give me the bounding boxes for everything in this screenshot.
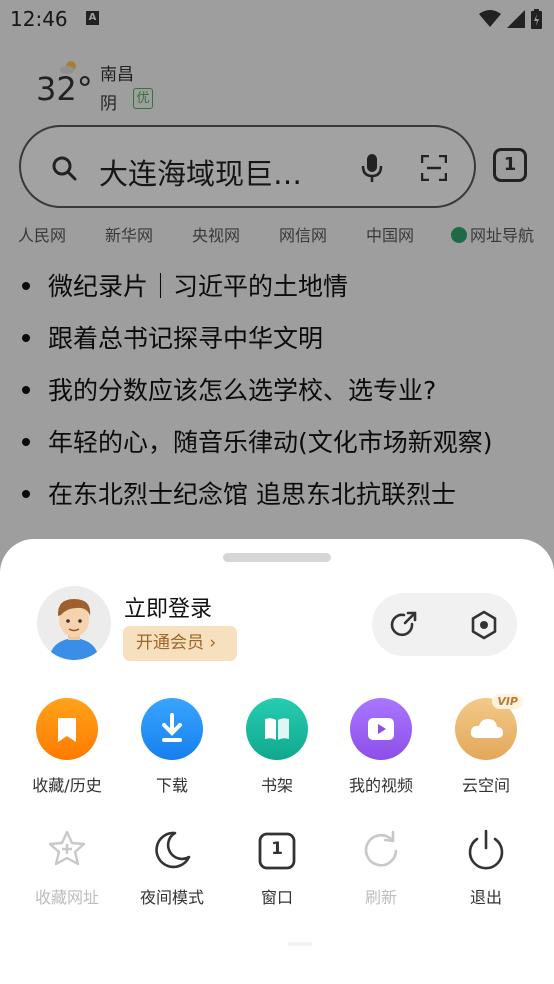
bookmark-icon: [36, 698, 98, 760]
tool-label: 刷新: [364, 888, 397, 907]
refresh-icon: [350, 826, 412, 876]
video-icon: [350, 698, 412, 760]
grid-label: 下载: [155, 776, 188, 795]
cloud-icon: VIP: [455, 694, 523, 760]
tool-label: 窗口: [260, 888, 293, 907]
tool-label: 退出: [469, 888, 502, 907]
book-icon: [246, 698, 308, 760]
moon-icon: [141, 826, 203, 876]
power-icon: [455, 826, 517, 876]
cloud-space-button[interactable]: VIP 云空间: [436, 694, 536, 796]
refresh-button[interactable]: 刷新: [331, 826, 431, 908]
add-bookmark-button[interactable]: 收藏网址: [17, 826, 117, 908]
history-button[interactable]: 收藏/历史: [17, 698, 117, 796]
login-link[interactable]: 立即登录: [124, 591, 212, 623]
tool-label: 收藏网址: [34, 888, 99, 907]
vip-badge: VIP: [492, 694, 523, 709]
download-button[interactable]: 下载: [122, 698, 222, 796]
settings-icon[interactable]: [469, 610, 499, 640]
window-icon: 1: [246, 826, 308, 876]
exit-button[interactable]: 退出: [436, 826, 536, 908]
window-count: 1: [271, 839, 283, 859]
bookshelf-button[interactable]: 书架: [227, 698, 327, 796]
avatar[interactable]: [37, 586, 111, 660]
my-videos-button[interactable]: 我的视频: [331, 698, 431, 796]
night-mode-button[interactable]: 夜间模式: [122, 826, 222, 908]
sheet-handle[interactable]: [223, 553, 331, 562]
vip-button[interactable]: 开通会员 ›: [123, 626, 237, 661]
grid-label: 云空间: [461, 776, 510, 795]
grid-label: 我的视频: [348, 776, 413, 795]
grid-label: 收藏/历史: [32, 776, 102, 795]
share-icon[interactable]: [388, 610, 418, 640]
quick-actions-pill: [372, 593, 517, 656]
download-icon: [141, 698, 203, 760]
tool-label: 夜间模式: [139, 888, 204, 907]
menu-sheet: 立即登录 开通会员 › 收藏/历史 下载 书架 我的视频 VIP 云空间 收藏网…: [0, 539, 554, 984]
grid-label: 书架: [260, 776, 293, 795]
window-button[interactable]: 1 窗口: [227, 826, 327, 908]
bottom-indicator: [287, 942, 313, 946]
star-plus-icon: [36, 826, 98, 876]
vip-button-label: 开通会员: [136, 633, 204, 653]
user-avatar-icon: [49, 599, 99, 660]
chevron-right-icon: ›: [209, 633, 217, 653]
